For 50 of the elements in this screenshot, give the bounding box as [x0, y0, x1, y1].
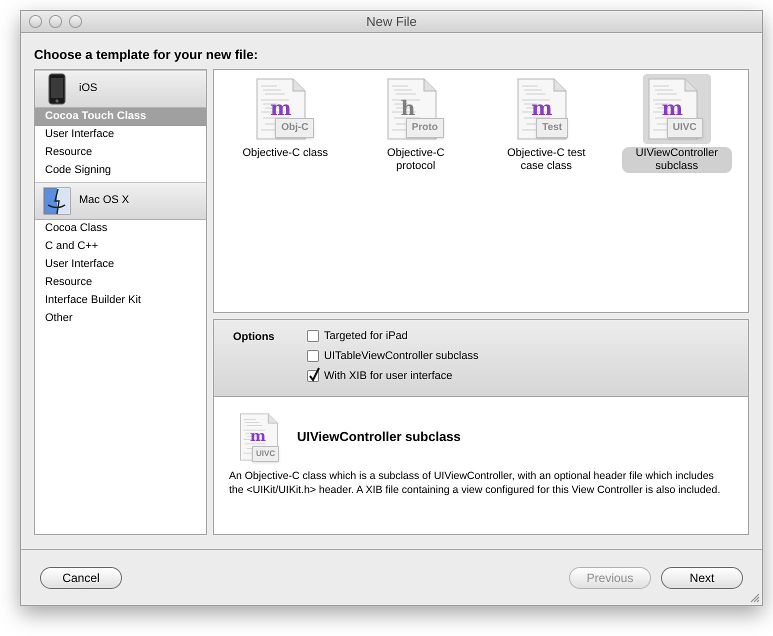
options-label: Options — [233, 330, 276, 344]
option-checkbox[interactable]: Targeted for iPad — [307, 328, 478, 344]
option-label: With XIB for user interface — [324, 368, 452, 384]
window-control[interactable] — [49, 15, 62, 28]
check-icon — [308, 367, 321, 382]
finder-icon — [43, 186, 71, 214]
sidebar-item[interactable]: Cocoa Class — [35, 220, 206, 238]
category-title: iOS — [79, 81, 98, 96]
sidebar-item[interactable]: Interface Builder Kit — [35, 292, 206, 310]
checkbox[interactable] — [307, 370, 319, 382]
option-label: Targeted for iPad — [324, 328, 408, 344]
file-tag: Obj-C — [275, 118, 314, 138]
file-tag: Proto — [406, 118, 444, 138]
file-tag: UIVC — [252, 446, 280, 462]
file-glyph: h — [400, 98, 416, 118]
template-item[interactable]: m UIVC UIViewController subclass — [612, 74, 742, 172]
file-glyph: m — [270, 98, 292, 118]
sidebar-item[interactable]: Resource — [35, 144, 206, 162]
checkbox[interactable] — [307, 330, 319, 342]
checkbox[interactable] — [307, 350, 319, 362]
sidebar-item[interactable]: C and C++ — [35, 238, 206, 256]
window-title: New File — [366, 12, 417, 31]
template-item[interactable]: m Test Objective-C test case class — [481, 74, 612, 172]
file-glyph: m — [531, 98, 552, 118]
description-text: An Objective-C class which is a subclass of UIViewController, with an optional header file which includes the <UIKit/UIKit.h> header. A XIB file containing a view configured for this View Controller is also included. — [229, 468, 722, 496]
template-item[interactable]: m Obj-C Objective-C class — [220, 74, 350, 172]
template-label: Objective-C class — [241, 146, 330, 160]
dialog-button[interactable]: Next — [661, 566, 743, 588]
file-glyph: m — [662, 98, 683, 118]
template-label: Objective-C protocol — [386, 146, 446, 172]
description-title: UIViewController subclass — [297, 428, 461, 446]
category-title: Mac OS X — [79, 193, 130, 208]
template-label: Objective-C test case class — [506, 146, 586, 172]
file-tag: UIVC — [666, 118, 703, 138]
template-item[interactable]: h Proto Objective-C protocol — [350, 74, 481, 172]
resize-grip-icon — [750, 593, 760, 603]
file-glyph: m — [250, 428, 266, 444]
sidebar-item[interactable]: Resource — [35, 274, 206, 292]
window-control[interactable] — [69, 15, 82, 28]
file-tag: Test — [536, 118, 568, 138]
template-label: UIViewController subclass — [622, 146, 732, 172]
dialog-button[interactable]: Cancel — [40, 566, 122, 588]
sidebar-item[interactable]: Code Signing — [35, 162, 206, 180]
sidebar-item[interactable]: User Interface — [35, 126, 206, 144]
option-checkbox[interactable]: With XIB for user interface — [307, 368, 478, 384]
window-control[interactable] — [29, 15, 42, 28]
dialog-heading: Choose a template for your new file: — [34, 46, 259, 64]
phone-icon — [48, 72, 66, 104]
sidebar-item[interactable]: User Interface — [35, 256, 206, 274]
sidebar-item[interactable]: Other — [35, 310, 206, 328]
